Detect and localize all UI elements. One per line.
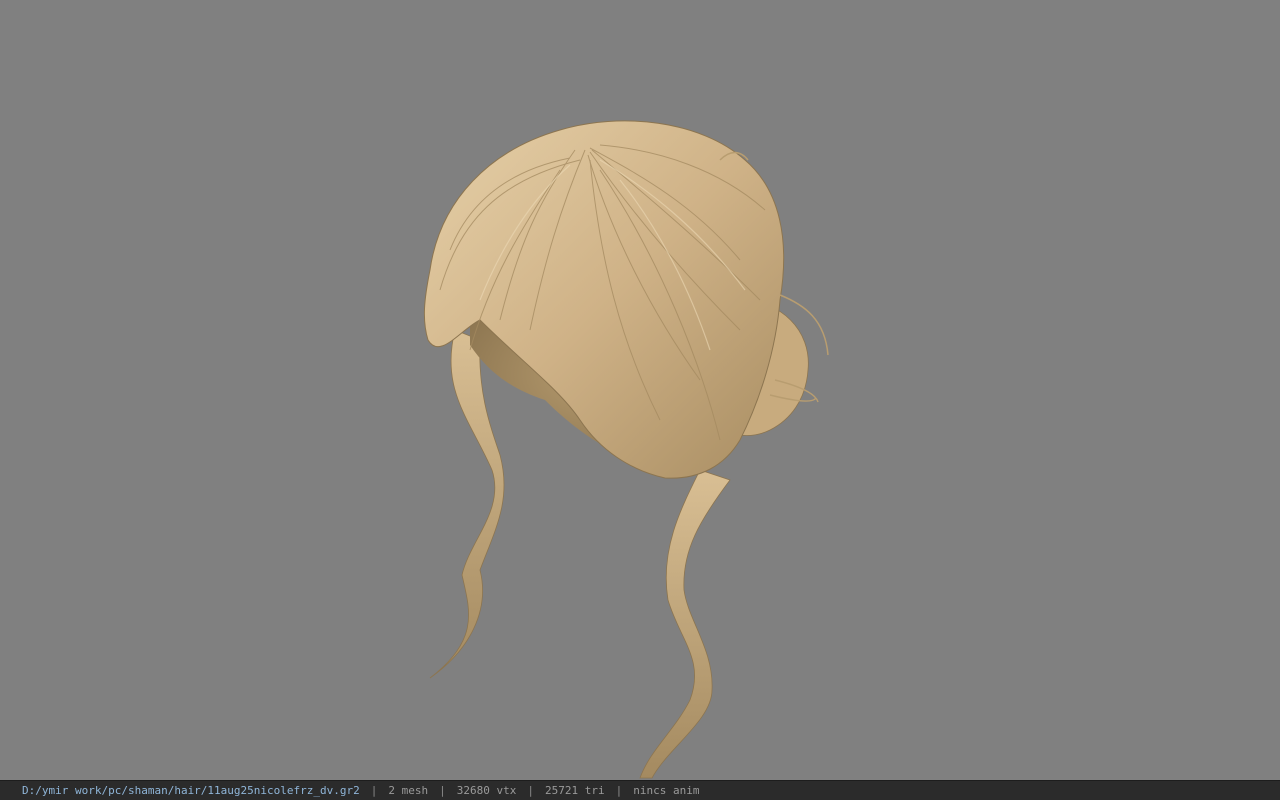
separator: |: [439, 784, 446, 797]
file-path: D:/ymir work/pc/shaman/hair/11aug25nicol…: [22, 784, 360, 797]
separator: |: [615, 784, 623, 797]
separator: |: [370, 784, 378, 797]
right-strand: [639, 469, 731, 779]
status-bar: D:/ymir work/pc/shaman/hair/11aug25nicol…: [0, 780, 1280, 800]
hair-model-render: [423, 120, 829, 779]
separator: |: [527, 784, 534, 797]
mesh-count: 2 mesh: [388, 784, 429, 797]
animation-status: nincs anim: [633, 784, 700, 797]
triangle-count: 25721 tri: [545, 784, 605, 797]
left-strand: [429, 329, 505, 679]
3d-viewport[interactable]: [0, 0, 1280, 780]
vertex-count: 32680 vtx: [456, 784, 517, 797]
